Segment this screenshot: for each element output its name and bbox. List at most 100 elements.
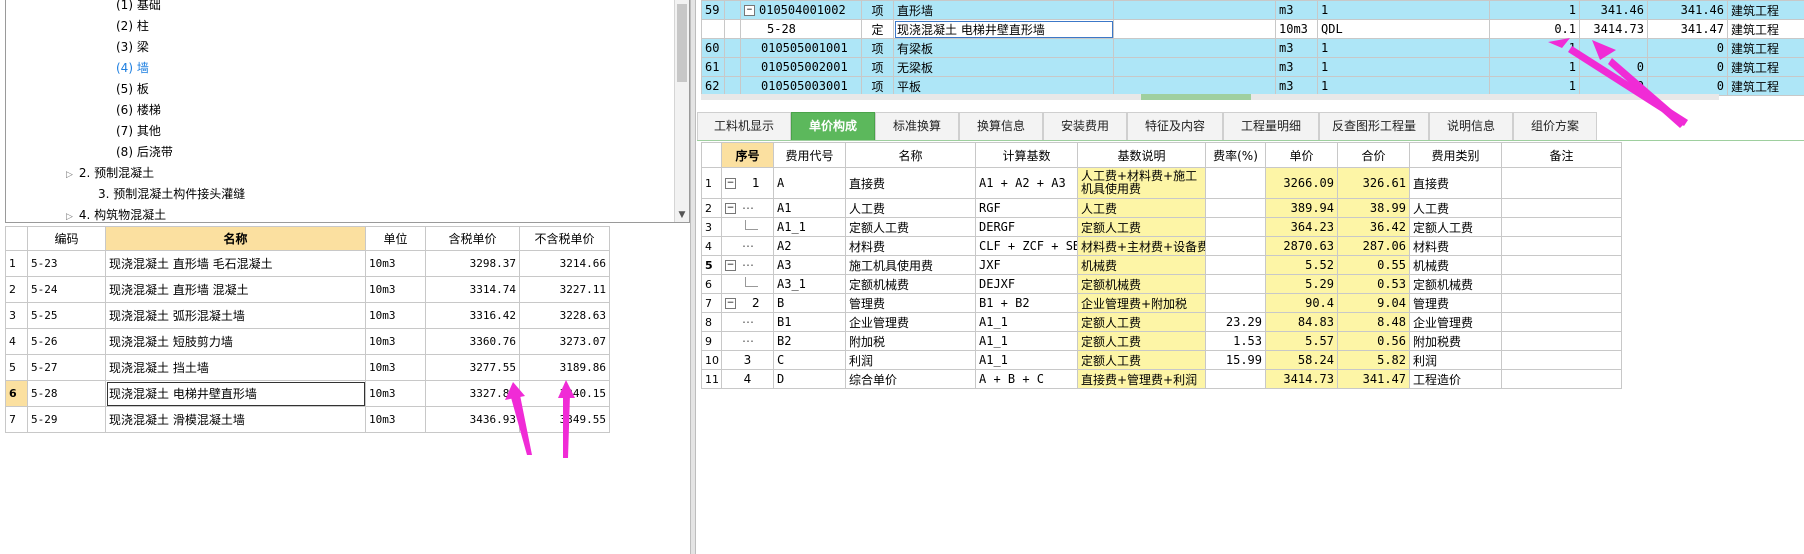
price-code[interactable]: A1_1 — [773, 217, 846, 237]
price-code[interactable]: B — [773, 293, 846, 313]
boq-feature[interactable] — [1113, 19, 1276, 39]
collapse-icon[interactable]: − — [725, 203, 736, 214]
price-name[interactable]: 施工机具使用费 — [845, 255, 976, 275]
quota-header-notax-price[interactable]: 不含税单价 — [519, 226, 610, 251]
boq-feature[interactable] — [1113, 0, 1276, 20]
boq-name[interactable]: 有梁板 — [893, 38, 1114, 58]
tab-8[interactable]: 说明信息 — [1429, 112, 1513, 140]
price-header-seq[interactable]: 序号 — [721, 142, 774, 168]
price-rate[interactable] — [1205, 255, 1266, 275]
tab-7[interactable]: 反查图形工程量 — [1319, 112, 1429, 140]
collapse-icon[interactable]: − — [725, 260, 736, 271]
boq-horizontal-scrollbar[interactable] — [701, 94, 1719, 100]
price-rate[interactable] — [1205, 217, 1266, 237]
price-rate[interactable] — [1205, 274, 1266, 294]
boq-feature[interactable] — [1113, 38, 1276, 58]
quota-row[interactable]: 7 5-29 现浇混凝土 滑模混凝土墙 10m3 3436.93 3349.55 — [5, 406, 610, 433]
price-note[interactable] — [1501, 217, 1622, 237]
quota-header-unit[interactable]: 单位 — [365, 226, 426, 251]
price-header-note[interactable]: 备注 — [1501, 142, 1622, 168]
tab-3[interactable]: 换算信息 — [959, 112, 1043, 140]
price-rate[interactable]: 23.29 — [1205, 312, 1266, 332]
price-header-code[interactable]: 费用代号 — [773, 142, 846, 168]
tab-5[interactable]: 特征及内容 — [1127, 112, 1223, 140]
tree-item[interactable]: ▷ 2. 预制混凝土 — [66, 163, 154, 183]
boq-name[interactable]: 无梁板 — [893, 57, 1114, 77]
tree-scrollbar-thumb[interactable] — [677, 4, 687, 82]
tab-6[interactable]: 工程量明细 — [1223, 112, 1319, 140]
price-header-total[interactable]: 合价 — [1337, 142, 1410, 168]
price-rate[interactable] — [1205, 198, 1266, 218]
boq-quantity[interactable]: 1 — [1489, 57, 1580, 77]
collapse-icon[interactable]: − — [725, 298, 736, 309]
tree-item[interactable]: ▷ 4. 构筑物混凝土 — [66, 205, 166, 222]
price-note[interactable] — [1501, 350, 1622, 370]
price-name[interactable]: 管理费 — [845, 293, 976, 313]
tree-item[interactable]: (8) 后浇带 — [116, 142, 173, 162]
tree-item[interactable]: 3. 预制混凝土构件接头灌缝 — [98, 184, 245, 204]
scroll-down-icon[interactable]: ▼ — [675, 208, 689, 222]
price-rate[interactable] — [1205, 236, 1266, 256]
price-rate[interactable]: 1.53 — [1205, 331, 1266, 351]
price-base[interactable]: DERGF — [975, 217, 1078, 237]
price-note[interactable] — [1501, 255, 1622, 275]
boq-row[interactable]: 59−010504001002 项直形墙 m3 1 1 341.46 341.46 建筑工程 — [701, 0, 1804, 20]
price-base[interactable]: B1 + B2 — [975, 293, 1078, 313]
tab-9[interactable]: 组价方案 — [1513, 112, 1597, 140]
boq-quantity[interactable]: 1 — [1489, 38, 1580, 58]
quota-row[interactable]: 1 5-23 现浇混凝土 直形墙 毛石混凝土 10m3 3298.37 3214.66 — [5, 250, 610, 277]
quota-header-name[interactable]: 名称 — [105, 226, 366, 251]
tab-2[interactable]: 标准换算 — [875, 112, 959, 140]
price-header-desc[interactable]: 基数说明 — [1077, 142, 1206, 168]
price-row[interactable]: 5− ⋯ A3 施工机具使用费 JXF 机械费 5.52 0.55 机械费 — [701, 255, 1622, 275]
price-code[interactable]: A3_1 — [773, 274, 846, 294]
price-name[interactable]: 利润 — [845, 350, 976, 370]
price-row[interactable]: 11 4 D 综合单价 A + B + C 直接费+管理费+利润 3414.73 341.47… — [701, 369, 1622, 389]
boq-name[interactable]: 现浇混凝土 电梯井壁直形墙 — [893, 19, 1114, 39]
price-name[interactable]: 人工费 — [845, 198, 976, 218]
price-base[interactable]: A1 + A2 + A3 — [975, 167, 1078, 199]
price-base[interactable]: A + B + C — [975, 369, 1078, 389]
quota-row[interactable]: 4 5-26 现浇混凝土 短肢剪力墙 10m3 3360.76 3273.07 — [5, 328, 610, 355]
expand-arrow-icon[interactable]: ▷ — [66, 170, 73, 180]
pane-splitter[interactable] — [690, 0, 696, 554]
boq-quantity[interactable]: 1 — [1489, 0, 1580, 20]
price-row[interactable]: 2− ⋯ A1 人工费 RGF 人工费 389.94 38.99 人工费 — [701, 198, 1622, 218]
price-rate[interactable] — [1205, 167, 1266, 199]
price-base[interactable]: A1_1 — [975, 331, 1078, 351]
price-row[interactable]: 7−2 B 管理费 B1 + B2 企业管理费+附加税 90.4 9.04 管理费 — [701, 293, 1622, 313]
tree-item[interactable]: (3) 梁 — [116, 37, 149, 57]
price-code[interactable]: A2 — [773, 236, 846, 256]
price-row[interactable]: 8 ⋯ B1 企业管理费 A1_1 定额人工费 23.29 84.83 8.48 企业管理费 — [701, 312, 1622, 332]
price-code[interactable]: B1 — [773, 312, 846, 332]
tree-item[interactable]: (6) 楼梯 — [116, 100, 161, 120]
boq-feature[interactable] — [1113, 76, 1276, 96]
boq-quantity[interactable]: 0.1 — [1489, 19, 1580, 39]
boq-expression[interactable]: QDL — [1317, 19, 1490, 39]
price-code[interactable]: A3 — [773, 255, 846, 275]
price-rate[interactable] — [1205, 293, 1266, 313]
tab-1[interactable]: 单价构成 — [791, 112, 875, 140]
price-name[interactable]: 综合单价 — [845, 369, 976, 389]
expand-arrow-icon[interactable]: ▷ — [66, 212, 73, 222]
price-name[interactable]: 企业管理费 — [845, 312, 976, 332]
price-note[interactable] — [1501, 236, 1622, 256]
price-row[interactable]: 3 A1_1 定额人工费 DERGF 定额人工费 364.23 36.42 定额人工费 — [701, 217, 1622, 237]
boq-row[interactable]: 61 010505002001 项无梁板 m3 1 1 0 0 建筑工程 — [701, 57, 1804, 77]
price-note[interactable] — [1501, 369, 1622, 389]
boq-scrollbar-thumb[interactable] — [1141, 94, 1251, 100]
price-note[interactable] — [1501, 312, 1622, 332]
price-name[interactable]: 附加税 — [845, 331, 976, 351]
price-base[interactable]: CLF + ZCF + SBF — [975, 236, 1078, 256]
boq-row[interactable]: 62 010505003001 项平板 m3 1 1 0 0 建筑工程 — [701, 76, 1804, 96]
price-code[interactable]: D — [773, 369, 846, 389]
quota-header-tax-price[interactable]: 含税单价 — [425, 226, 520, 251]
quota-header-code[interactable]: 编码 — [27, 226, 106, 251]
price-code[interactable]: B2 — [773, 331, 846, 351]
boq-row[interactable]: 60 010505001001 项有梁板 m3 1 1 0 建筑工程 — [701, 38, 1804, 58]
price-note[interactable] — [1501, 274, 1622, 294]
price-name[interactable]: 材料费 — [845, 236, 976, 256]
boq-name[interactable]: 直形墙 — [893, 0, 1114, 20]
tree-item[interactable]: (4) 墙 — [116, 58, 149, 78]
boq-expression[interactable]: 1 — [1317, 0, 1490, 20]
